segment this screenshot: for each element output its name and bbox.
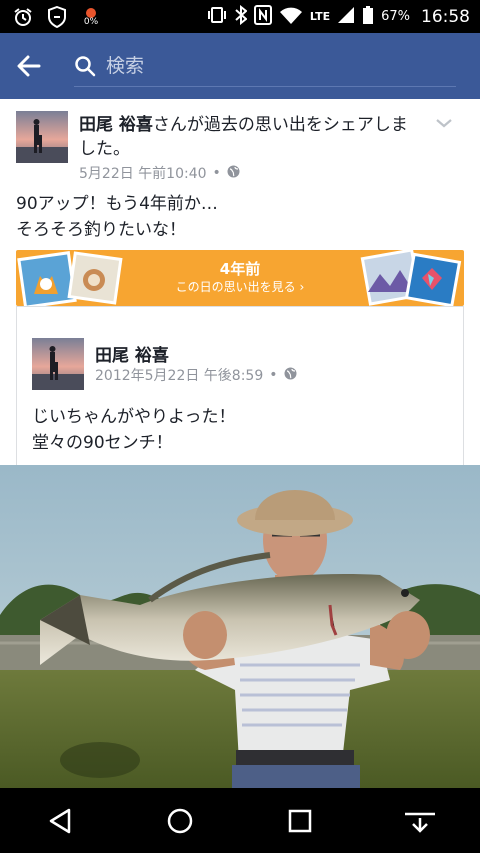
shared-post-text-line: じいちゃんがやりよった！ bbox=[32, 407, 236, 427]
post-photo[interactable] bbox=[0, 465, 480, 788]
search-input[interactable] bbox=[106, 54, 426, 77]
memory-banner-subtitle-text: この日の思い出を見る bbox=[175, 280, 296, 294]
post-author-line: 田尾 裕喜さんが過去の思い出をシェアしました。 bbox=[79, 113, 409, 161]
clock-time: 16:58 bbox=[421, 6, 470, 27]
post-timestamp[interactable]: 5月22日 午前10:40 bbox=[79, 163, 207, 183]
back-arrow-icon bbox=[17, 55, 41, 77]
wifi-icon bbox=[279, 5, 303, 29]
post-text: 90アップ！もう4年前か… そろそろ釣りたいな！ bbox=[16, 191, 218, 243]
battery-saver-icon: 0% bbox=[80, 6, 102, 28]
post-header: 田尾 裕喜さんが過去の思い出をシェアしました。 5月22日 午前10:40 • bbox=[16, 111, 456, 182]
battery-icon bbox=[362, 5, 374, 29]
circle-home-icon bbox=[167, 808, 193, 833]
pull-down-arrow-icon bbox=[405, 812, 435, 833]
nav-notification-pulldown-button[interactable] bbox=[390, 791, 450, 851]
android-navigation-bar bbox=[0, 788, 480, 853]
signal-icon bbox=[337, 6, 355, 28]
post-card: 田尾 裕喜さんが過去の思い出をシェアしました。 5月22日 午前10:40 • … bbox=[0, 99, 480, 467]
search-header bbox=[0, 33, 480, 99]
post-text-line: そろそろ釣りたいな！ bbox=[16, 220, 186, 240]
memory-banner[interactable]: 4年前 この日の思い出を見る › bbox=[16, 250, 464, 306]
shared-post-text-line: 堂々の90センチ！ bbox=[32, 433, 173, 453]
post-meta: 5月22日 午前10:40 • bbox=[79, 163, 240, 183]
shared-post-meta: 2012年5月22日 午後8:59 • bbox=[95, 365, 297, 385]
globe-icon bbox=[227, 165, 240, 182]
nav-home-button[interactable] bbox=[150, 791, 210, 851]
nav-back-button[interactable] bbox=[30, 791, 90, 851]
shared-post-timestamp[interactable]: 2012年5月22日 午後8:59 bbox=[95, 365, 263, 385]
author-avatar[interactable] bbox=[16, 111, 68, 163]
nfc-icon bbox=[253, 4, 272, 29]
post-text-line: 90アップ！もう4年前か… bbox=[16, 194, 218, 214]
back-button[interactable] bbox=[0, 33, 58, 99]
shared-author-name[interactable]: 田尾 裕喜 bbox=[95, 341, 169, 366]
post-author-name[interactable]: 田尾 裕喜 bbox=[79, 115, 153, 135]
shared-post-card[interactable]: 田尾 裕喜 2012年5月22日 午後8:59 • じいちゃんがやりよった！ 堂… bbox=[16, 306, 464, 467]
search-icon bbox=[74, 55, 106, 77]
nav-recents-button[interactable] bbox=[270, 791, 330, 851]
status-bar: 0% LTE 67% 16:58 bbox=[0, 0, 480, 33]
alarm-clock-icon bbox=[12, 6, 34, 28]
memory-banner-title: 4年前 bbox=[219, 260, 261, 278]
search-box[interactable] bbox=[74, 46, 456, 87]
shield-icon bbox=[46, 5, 68, 28]
triangle-back-icon bbox=[49, 808, 71, 833]
shared-author-avatar[interactable] bbox=[32, 338, 84, 390]
globe-icon bbox=[284, 367, 297, 384]
bluetooth-icon bbox=[235, 4, 248, 29]
memory-banner-subtitle: この日の思い出を見る › bbox=[16, 278, 464, 295]
network-type: LTE bbox=[309, 10, 331, 23]
shared-post-text: じいちゃんがやりよった！ 堂々の90センチ！ bbox=[32, 404, 236, 456]
square-recents-icon bbox=[288, 809, 312, 832]
vibrate-icon bbox=[206, 5, 228, 29]
post-options-chevron-icon[interactable] bbox=[432, 111, 456, 135]
battery-small-text: 0% bbox=[83, 17, 99, 27]
battery-percent: 67% bbox=[381, 9, 410, 24]
chevron-right-icon: › bbox=[299, 280, 305, 294]
